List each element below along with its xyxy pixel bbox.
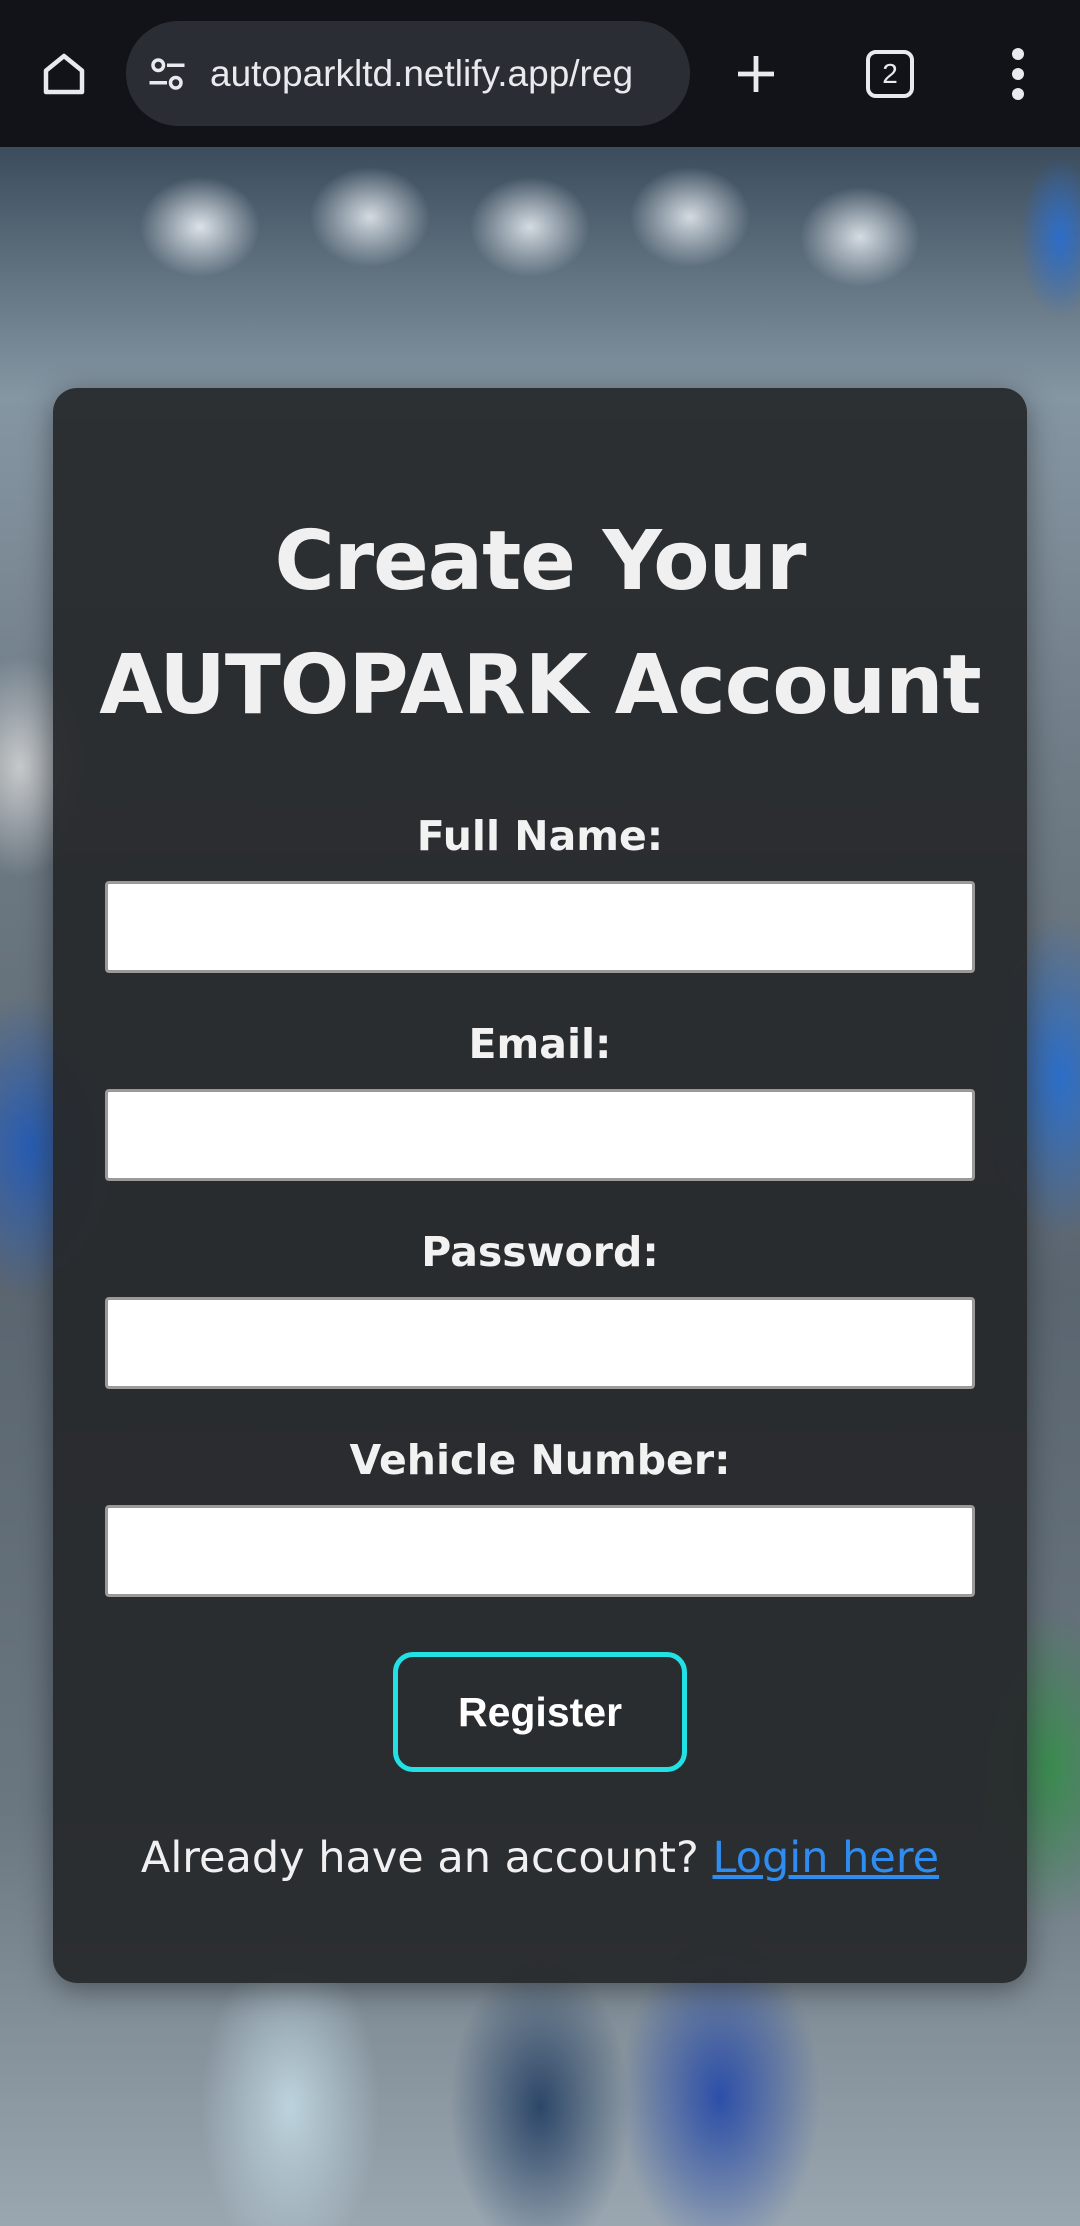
address-bar[interactable]: autoparkltd.netlify.app/reg (126, 21, 690, 126)
login-link[interactable]: Login here (712, 1833, 939, 1883)
url-text[interactable]: autoparkltd.netlify.app/reg (210, 21, 674, 126)
title-line-1: Create Your (274, 514, 807, 609)
vehicle-number-label: Vehicle Number: (349, 1436, 731, 1484)
tune-icon[interactable] (146, 53, 188, 95)
login-prompt-text: Already have an account? (140, 1833, 699, 1883)
vehicle-number-input[interactable] (105, 1505, 975, 1597)
title-line-2: AUTOPARK Account (99, 638, 981, 733)
password-label: Password: (421, 1228, 659, 1276)
browser-toolbar: autoparkltd.netlify.app/reg 2 (0, 0, 1080, 147)
browser-menu-button[interactable] (990, 38, 1046, 110)
full-name-label: Full Name: (416, 812, 664, 860)
more-vert-icon (1012, 48, 1024, 100)
home-icon (43, 53, 85, 95)
new-tab-button[interactable] (720, 38, 792, 110)
email-label: Email: (468, 1020, 612, 1068)
login-prompt: Already have an account? Login here (53, 1828, 1027, 1888)
plus-icon (738, 56, 774, 92)
tab-switcher-button[interactable]: 2 (866, 50, 914, 98)
password-input[interactable] (105, 1297, 975, 1389)
email-input[interactable] (105, 1089, 975, 1181)
full-name-input[interactable] (105, 881, 975, 973)
page-title: Create Your AUTOPARK Account (53, 500, 1027, 748)
home-button[interactable] (28, 38, 100, 110)
register-button[interactable]: Register (393, 1652, 687, 1772)
registration-card: Create Your AUTOPARK Account Full Name: … (53, 388, 1027, 1983)
